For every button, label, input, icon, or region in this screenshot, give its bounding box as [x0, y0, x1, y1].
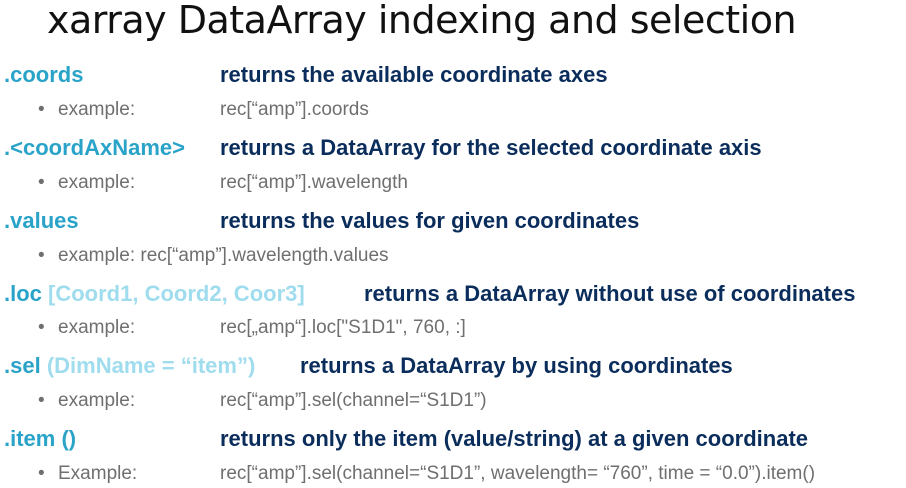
bullet-icon: • — [38, 463, 45, 484]
example-code: rec[“amp”].wavelength — [220, 172, 408, 193]
item-sel-description: returns a DataArray by using coordinates — [300, 353, 733, 378]
item-loc-heading: .loc [Coord1, Coord2, Coor3] — [4, 281, 305, 315]
item-values-example: • example: rec[“amp”].wavelength.values — [38, 245, 389, 267]
item-sel-heading: .sel (DimName = “item”) — [4, 353, 255, 387]
bullet-icon: • — [38, 99, 45, 120]
keyword: .sel — [4, 353, 41, 378]
item-coords-description: returns the available coordinate axes — [220, 62, 608, 87]
item-loc-description: returns a DataArray without use of coord… — [364, 281, 856, 306]
bullet-icon: • — [38, 390, 45, 411]
keyword: .coords — [4, 62, 84, 87]
item-item-example: • Example: — [38, 463, 137, 485]
item-coords-heading: .coords — [4, 62, 83, 96]
example-code: rec[“amp”].coords — [220, 99, 369, 120]
example-code: rec[“amp”].sel(channel=“S1D1”) — [220, 390, 487, 411]
bullet-icon: • — [38, 172, 45, 193]
example-label: Example: — [58, 463, 138, 484]
keyword: .loc — [4, 281, 42, 306]
keyword-args: (DimName = “item”) — [46, 353, 256, 378]
keyword: .<coordAxName> — [4, 135, 185, 160]
keyword: .values — [4, 208, 79, 233]
item-coordaxname-description: returns a DataArray for the selected coo… — [220, 135, 762, 160]
example-code: rec[“amp”].sel(channel=“S1D1”, wavelengt… — [220, 463, 816, 484]
item-item-heading: .item () — [4, 426, 76, 460]
example-label: example: — [58, 390, 136, 411]
bullet-icon: • — [38, 245, 45, 266]
item-sel-example: • example: — [38, 390, 135, 412]
example-code: rec[“amp”].wavelength.values — [140, 245, 389, 266]
item-item-description: returns only the item (value/string) at … — [220, 426, 809, 451]
item-loc-example: • example: — [38, 317, 135, 339]
item-values-heading: .values — [4, 208, 79, 242]
item-coordaxname-heading: .<coordAxName> — [4, 135, 185, 169]
item-values-description: returns the values for given coordinates — [220, 208, 640, 233]
keyword-args: () — [61, 426, 77, 451]
example-label: example: — [58, 99, 136, 120]
item-coordaxname-example: • example: — [38, 172, 135, 194]
keyword-args: [Coord1, Coord2, Coor3] — [48, 281, 305, 306]
keyword: .item — [4, 426, 56, 451]
bullet-icon: • — [38, 317, 45, 338]
example-label: example: — [58, 245, 136, 266]
example-label: example: — [58, 317, 136, 338]
example-label: example: — [58, 172, 136, 193]
example-code: rec[„amp“].loc["S1D1", 760, :] — [220, 317, 466, 338]
item-coords-example: • example: — [38, 99, 135, 121]
slide-title: xarray DataArray indexing and selection — [47, 0, 797, 42]
